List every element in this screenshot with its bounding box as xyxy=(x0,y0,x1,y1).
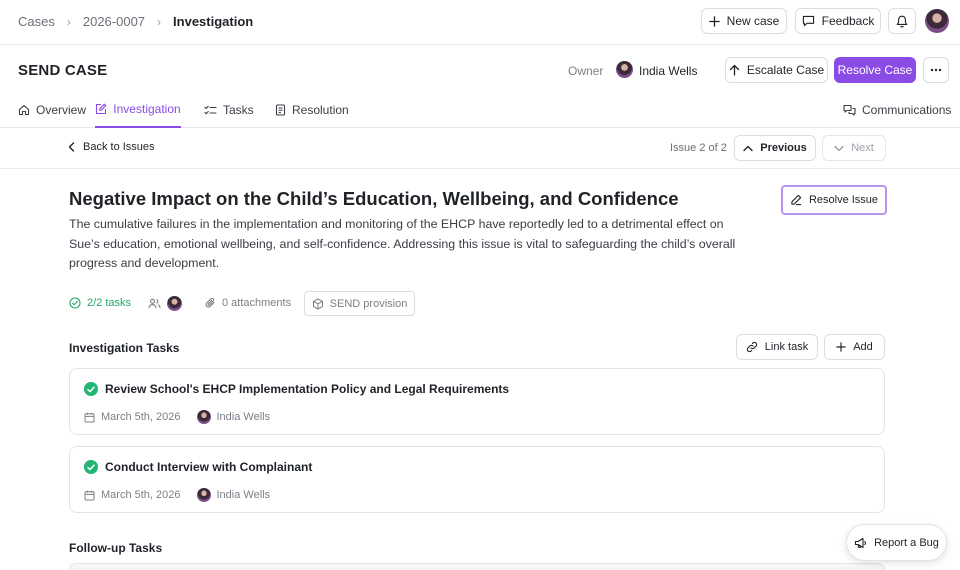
issue-navigation: Back to Issues Issue 2 of 2 Previous Nex… xyxy=(0,128,960,169)
issue-title: Negative Impact on the Child’s Education… xyxy=(69,188,679,209)
task-title[interactable]: Conduct Interview with Complainant xyxy=(105,460,312,474)
top-bar: Cases › 2026-0007 › Investigation New ca… xyxy=(0,0,960,45)
followup-task-card[interactable] xyxy=(69,563,885,570)
link-icon xyxy=(746,341,758,353)
communications-link[interactable]: Communications xyxy=(843,92,951,128)
resolve-case-label: Resolve Case xyxy=(837,63,913,77)
previous-label: Previous xyxy=(760,142,807,154)
breadcrumb-case-id[interactable]: 2026-0007 xyxy=(83,14,145,29)
send-provision-chip[interactable]: SEND provision xyxy=(304,291,415,316)
cube-icon xyxy=(312,298,324,310)
chevron-up-icon xyxy=(743,145,753,152)
feedback-button[interactable]: Feedback xyxy=(795,8,881,34)
owner-label: Owner xyxy=(568,64,604,78)
link-task-label: Link task xyxy=(764,341,809,353)
feedback-label: Feedback xyxy=(821,14,875,28)
task-date: March 5th, 2026 xyxy=(101,489,181,501)
users-icon xyxy=(148,298,161,309)
chevron-right-icon: › xyxy=(66,14,71,29)
edit-square-icon xyxy=(95,103,107,115)
report-bug-button[interactable]: Report a Bug xyxy=(846,524,947,561)
paperclip-icon xyxy=(205,297,216,309)
report-bug-label: Report a Bug xyxy=(874,536,939,549)
breadcrumb-cases[interactable]: Cases xyxy=(18,14,55,29)
task-card[interactable]: Review School's EHCP Implementation Poli… xyxy=(69,368,885,435)
tab-resolution-label: Resolution xyxy=(292,103,349,117)
tab-overview[interactable]: Overview xyxy=(18,92,86,128)
issue-description: The cumulative failures in the implement… xyxy=(69,217,736,270)
issue-assignees[interactable] xyxy=(148,291,182,315)
home-icon xyxy=(18,104,30,116)
tab-overview-label: Overview xyxy=(36,103,87,117)
task-meta: March 5th, 2026 India Wells xyxy=(84,488,270,502)
escalate-case-button[interactable]: Escalate Case xyxy=(725,57,828,83)
tab-investigation-label: Investigation xyxy=(113,102,181,116)
escalate-case-label: Escalate Case xyxy=(746,63,825,77)
tab-resolution[interactable]: Resolution xyxy=(275,92,349,128)
checklist-icon xyxy=(204,105,217,116)
more-horizontal-icon xyxy=(930,68,942,72)
check-circle-filled-icon xyxy=(84,382,98,396)
investigation-tasks-title: Investigation Tasks xyxy=(69,341,180,355)
back-to-issues-label: Back to Issues xyxy=(83,141,155,153)
task-title[interactable]: Review School's EHCP Implementation Poli… xyxy=(105,382,509,396)
chevron-right-icon: › xyxy=(157,14,162,29)
task-assignee-avatar xyxy=(196,410,211,424)
resolve-issue-label: Resolve Issue xyxy=(808,194,879,206)
task-assignee: India Wells xyxy=(216,411,271,423)
resolve-issue-button[interactable]: Resolve Issue xyxy=(781,185,887,215)
pencil-icon xyxy=(790,194,802,206)
task-progress: 2/2 tasks xyxy=(69,291,131,315)
previous-issue-button[interactable]: Previous xyxy=(734,135,816,161)
issue-counter: Issue 2 of 2 xyxy=(670,142,727,154)
megaphone-icon xyxy=(854,537,867,549)
task-card[interactable]: Conduct Interview with Complainant March… xyxy=(69,446,885,513)
message-icon xyxy=(802,15,815,27)
task-assignee-avatar xyxy=(196,488,211,502)
breadcrumb: Cases › 2026-0007 › Investigation xyxy=(18,14,253,29)
attachments-label: 0 attachments xyxy=(222,297,292,309)
user-avatar[interactable] xyxy=(925,9,949,33)
tab-investigation[interactable]: Investigation xyxy=(95,92,181,128)
chevron-left-icon xyxy=(68,142,75,152)
assignee-avatar xyxy=(167,295,182,311)
owner-avatar xyxy=(616,61,633,78)
case-tabs: Overview Investigation Tasks Resolution … xyxy=(0,92,960,128)
communications-label: Communications xyxy=(862,103,952,117)
plus-icon xyxy=(708,15,720,27)
owner-name[interactable]: India Wells xyxy=(639,64,697,78)
tab-tasks[interactable]: Tasks xyxy=(204,92,254,128)
case-title: SEND CASE xyxy=(18,62,108,79)
check-circle-icon xyxy=(69,297,81,309)
task-meta: March 5th, 2026 India Wells xyxy=(84,410,270,424)
chevron-down-icon xyxy=(834,145,844,152)
send-provision-label: SEND provision xyxy=(329,297,408,310)
link-task-button[interactable]: Link task xyxy=(736,334,818,360)
attachments-info[interactable]: 0 attachments xyxy=(205,291,291,315)
calendar-icon xyxy=(84,412,95,423)
next-label: Next xyxy=(851,142,874,154)
plus-icon xyxy=(836,342,846,352)
next-issue-button[interactable]: Next xyxy=(822,135,886,161)
more-options-button[interactable] xyxy=(923,57,949,83)
breadcrumb-current: Investigation xyxy=(173,14,254,29)
add-task-label: Add xyxy=(853,341,873,353)
new-case-button[interactable]: New case xyxy=(701,8,787,34)
chat-bubbles-icon xyxy=(843,104,856,116)
bell-icon xyxy=(896,15,908,28)
arrow-up-icon xyxy=(729,64,740,76)
tab-tasks-label: Tasks xyxy=(223,103,254,117)
back-to-issues-link[interactable]: Back to Issues xyxy=(68,141,155,153)
document-icon xyxy=(275,104,286,116)
task-assignee: India Wells xyxy=(216,489,271,501)
notifications-button[interactable] xyxy=(888,8,916,34)
calendar-icon xyxy=(84,490,95,501)
task-date: March 5th, 2026 xyxy=(101,411,181,423)
followup-tasks-title: Follow-up Tasks xyxy=(69,541,163,555)
check-circle-filled-icon xyxy=(84,460,98,474)
new-case-label: New case xyxy=(726,14,780,28)
resolve-case-button[interactable]: Resolve Case xyxy=(834,57,916,83)
task-progress-label: 2/2 tasks xyxy=(87,297,132,309)
add-task-button[interactable]: Add xyxy=(824,334,885,360)
